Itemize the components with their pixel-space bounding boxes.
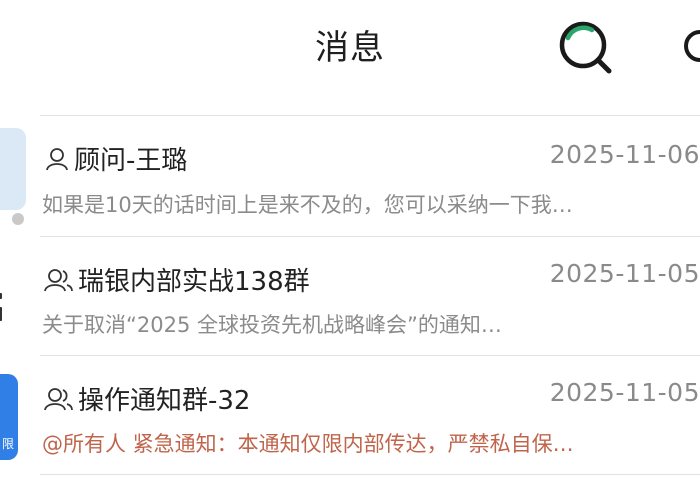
- conversation-name: 操作通知群-32: [44, 380, 250, 417]
- conversation-time: 2025-11-06: [549, 140, 700, 169]
- conversation-preview: 关于取消“2025 全球投资先机战略峰会”的通知…: [42, 313, 502, 337]
- group-icon: [44, 387, 73, 410]
- group-icon: [44, 268, 73, 291]
- conversation-item[interactable]: 限 操作通知群-32 2025-11-05 @所有人 紧急通知：本通知仅限内部传…: [0, 356, 700, 474]
- conversation-name: 顾问-王璐: [44, 140, 187, 177]
- conversation-preview: 如果是10天的话时间上是来不及的，您可以采纳一下我…: [42, 193, 573, 217]
- avatar: 限: [0, 374, 18, 460]
- more-button[interactable]: [682, 26, 700, 66]
- conversation-time: 2025-11-05: [549, 259, 700, 288]
- search-icon: [559, 21, 612, 74]
- top-bar: 消息: [0, 0, 700, 112]
- divider: [40, 474, 700, 475]
- avatar: [0, 128, 26, 210]
- status-dot: [12, 213, 24, 225]
- search-button[interactable]: [556, 18, 616, 78]
- conversation-name: 瑞银内部实战138群: [44, 261, 310, 298]
- conversation-item[interactable]: 瑞银内部实战138群 2025-11-05 关于取消“2025 全球投资先机战略…: [0, 237, 700, 355]
- conversation-item[interactable]: 顾问-王璐 2025-11-06 如果是10天的话时间上是来不及的，您可以采纳一…: [0, 116, 700, 234]
- avatar: [0, 287, 4, 327]
- conversation-preview: @所有人 紧急通知：本通知仅限内部传达，严禁私自保…: [42, 428, 700, 458]
- mention-text: @所有人 紧急通知：本通知仅限内部传达，严禁私自保…: [42, 432, 574, 456]
- person-icon: [46, 147, 68, 170]
- conversation-time: 2025-11-05: [549, 378, 700, 407]
- more-icon: [684, 30, 700, 62]
